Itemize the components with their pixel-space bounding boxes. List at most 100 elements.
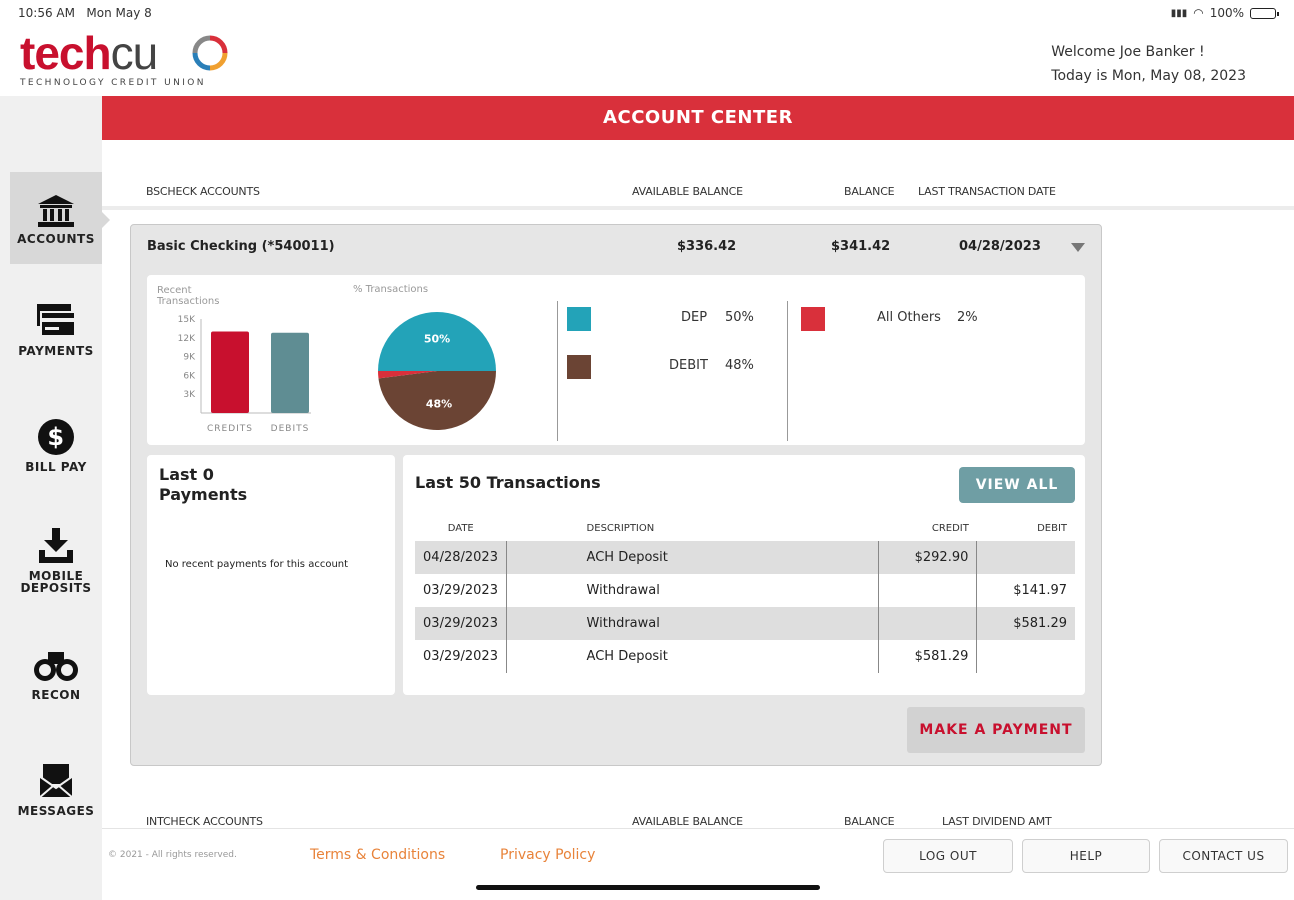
card-icon — [37, 304, 76, 337]
bank-icon — [38, 195, 74, 227]
cell-date: 03/29/2023 — [423, 649, 498, 664]
y-tick-label: 3K — [183, 390, 196, 400]
logo-tagline: TECHNOLOGY CREDIT UNION — [20, 78, 206, 88]
battery-percent: 100% — [1209, 6, 1244, 20]
status-bar: 10:56 AM Mon May 8 ▮▮▮ ◠ 100% — [0, 0, 1294, 28]
sidebar-item-accounts[interactable]: ACCOUNTS — [10, 172, 110, 264]
legend-swatch-others — [801, 307, 825, 331]
table-row[interactable]: 03/29/2023 ACH Deposit $581.29 — [415, 640, 1075, 673]
page-title: ACCOUNT CENTER — [102, 96, 1294, 140]
logo-ring-icon — [192, 35, 228, 71]
make-payment-button[interactable]: MAKE A PAYMENT — [907, 707, 1085, 753]
cell-description: Withdrawal — [586, 583, 660, 598]
col-last-transaction-date: LAST TRANSACTION DATE — [918, 185, 1056, 198]
sidebar-item-label: MESSAGES — [17, 804, 95, 818]
cell-credit: $581.29 — [878, 640, 977, 673]
sidebar-item-messages[interactable]: MESSAGES — [10, 762, 102, 854]
col-balance: BALANCE — [844, 185, 895, 198]
home-indicator[interactable] — [476, 885, 820, 890]
y-tick-label: 12K — [178, 334, 196, 344]
logout-button[interactable]: LOG OUT — [883, 839, 1013, 873]
envelope-icon — [38, 764, 74, 799]
divider — [557, 301, 558, 441]
cell-description: ACH Deposit — [586, 649, 668, 664]
cell-debit: $581.29 — [976, 607, 1075, 640]
sidebar-item-label: ACCOUNTS — [17, 232, 95, 246]
terms-link[interactable]: Terms & Conditions — [310, 847, 445, 863]
download-tray-icon — [39, 528, 73, 563]
svg-text:$: $ — [47, 423, 64, 451]
signal-icon: ▮▮▮ — [1170, 7, 1188, 19]
pie-label: 48% — [426, 397, 452, 410]
account-name[interactable]: Basic Checking (*540011) — [147, 239, 335, 254]
account-card: Basic Checking (*540011) $336.42 $341.42… — [130, 224, 1102, 766]
col-balance: BALANCE — [844, 815, 895, 828]
battery-icon — [1250, 7, 1279, 19]
transactions-table: DATE DESCRIPTION CREDIT DEBIT 04/28/2023… — [415, 515, 1075, 673]
col-last-dividend: LAST DIVIDEND AMT — [942, 815, 1052, 828]
sidebar-item-recon[interactable]: RECON — [10, 648, 102, 740]
bar-credits — [211, 331, 249, 413]
section-name: BSCHECK ACCOUNTS — [146, 185, 260, 198]
y-tick-label: 9K — [183, 353, 196, 363]
sidebar-item-label: PAYMENTS — [18, 344, 94, 358]
cell-date: 04/28/2023 — [415, 541, 507, 574]
contact-us-button[interactable]: CONTACT US — [1159, 839, 1288, 873]
pie-chart: 50% 48% — [378, 312, 496, 431]
divider — [787, 301, 788, 441]
table-row[interactable]: 03/29/2023 Withdrawal $141.97 — [415, 574, 1075, 607]
legend-label-debit: DEBIT — [669, 358, 708, 373]
sidebar-item-bill-pay[interactable]: $ BILL PAY — [10, 418, 102, 510]
copyright: © 2021 - All rights reserved. — [108, 850, 237, 860]
cell-date: 03/29/2023 — [415, 607, 507, 640]
x-tick-label: DEBITS — [271, 424, 310, 434]
cell-debit: $141.97 — [976, 574, 1075, 607]
table-row[interactable]: 03/29/2023 Withdrawal $581.29 — [415, 607, 1075, 640]
privacy-link[interactable]: Privacy Policy — [500, 847, 595, 863]
payments-panel: Last 0 Payments No recent payments for t… — [147, 455, 395, 695]
y-tick-label: 6K — [183, 371, 196, 381]
table-row[interactable]: 04/28/2023 ACH Deposit $292.90 — [415, 541, 1075, 574]
transactions-title: Last 50 Transactions — [415, 473, 601, 492]
help-button[interactable]: HELP — [1022, 839, 1150, 873]
transactions-panel: Last 50 Transactions VIEW ALL DATE DESCR… — [403, 455, 1085, 695]
account-balance: $341.42 — [831, 239, 891, 254]
techcu-logo[interactable]: techcu TECHNOLOGY CREDIT UNION — [20, 30, 240, 92]
cell-debit — [976, 640, 1075, 673]
x-tick-label: CREDITS — [207, 424, 253, 434]
cell-credit — [878, 607, 977, 640]
payments-title: Last 0 Payments — [159, 465, 248, 504]
welcome-block: Welcome Joe Banker ! Today is Mon, May 0… — [1051, 40, 1246, 88]
welcome-text: Welcome Joe Banker ! — [1051, 44, 1205, 60]
cell-date: 03/29/2023 — [423, 583, 498, 598]
summary-panel: Recent Transactions % Transactions 15K 12… — [147, 275, 1085, 445]
footer-divider — [102, 828, 1294, 829]
collapse-chevron-icon[interactable] — [1071, 243, 1085, 252]
col-date: DATE — [447, 522, 474, 534]
legend-label-others: All Others — [877, 310, 941, 325]
today-date: Today is Mon, May 08, 2023 — [1051, 68, 1246, 84]
col-credit: CREDIT — [931, 522, 969, 534]
table-header-row: DATE DESCRIPTION CREDIT DEBIT — [415, 515, 1075, 541]
account-available-balance: $336.42 — [677, 239, 737, 254]
recent-transactions-label: Recent Transactions — [157, 285, 220, 307]
col-debit: DEBIT — [1037, 522, 1067, 534]
view-all-button[interactable]: VIEW ALL — [959, 467, 1075, 503]
divider — [102, 206, 1294, 210]
binoculars-icon — [34, 652, 78, 681]
sidebar-item-label: RECON — [31, 688, 81, 702]
col-available-balance: AVAILABLE BALANCE — [632, 815, 743, 828]
legend-swatch-dep — [567, 307, 591, 331]
cell-description: Withdrawal — [578, 607, 879, 640]
col-available-balance: AVAILABLE BALANCE — [632, 185, 743, 198]
sidebar-item-label: BILL PAY — [25, 460, 87, 474]
legend-pct-others: 2% — [957, 310, 978, 325]
wifi-icon: ◠ — [1193, 6, 1204, 20]
sidebar-item-payments[interactable]: PAYMENTS — [10, 302, 102, 394]
cell-credit: $292.90 — [878, 541, 977, 574]
legend-label-dep: DEP — [681, 310, 708, 325]
cell-debit — [976, 541, 1075, 574]
legend-pct-debit: 48% — [725, 358, 754, 373]
cell-credit — [878, 574, 977, 607]
sidebar-item-mobile-deposits[interactable]: MOBILE DEPOSITS — [10, 526, 102, 626]
